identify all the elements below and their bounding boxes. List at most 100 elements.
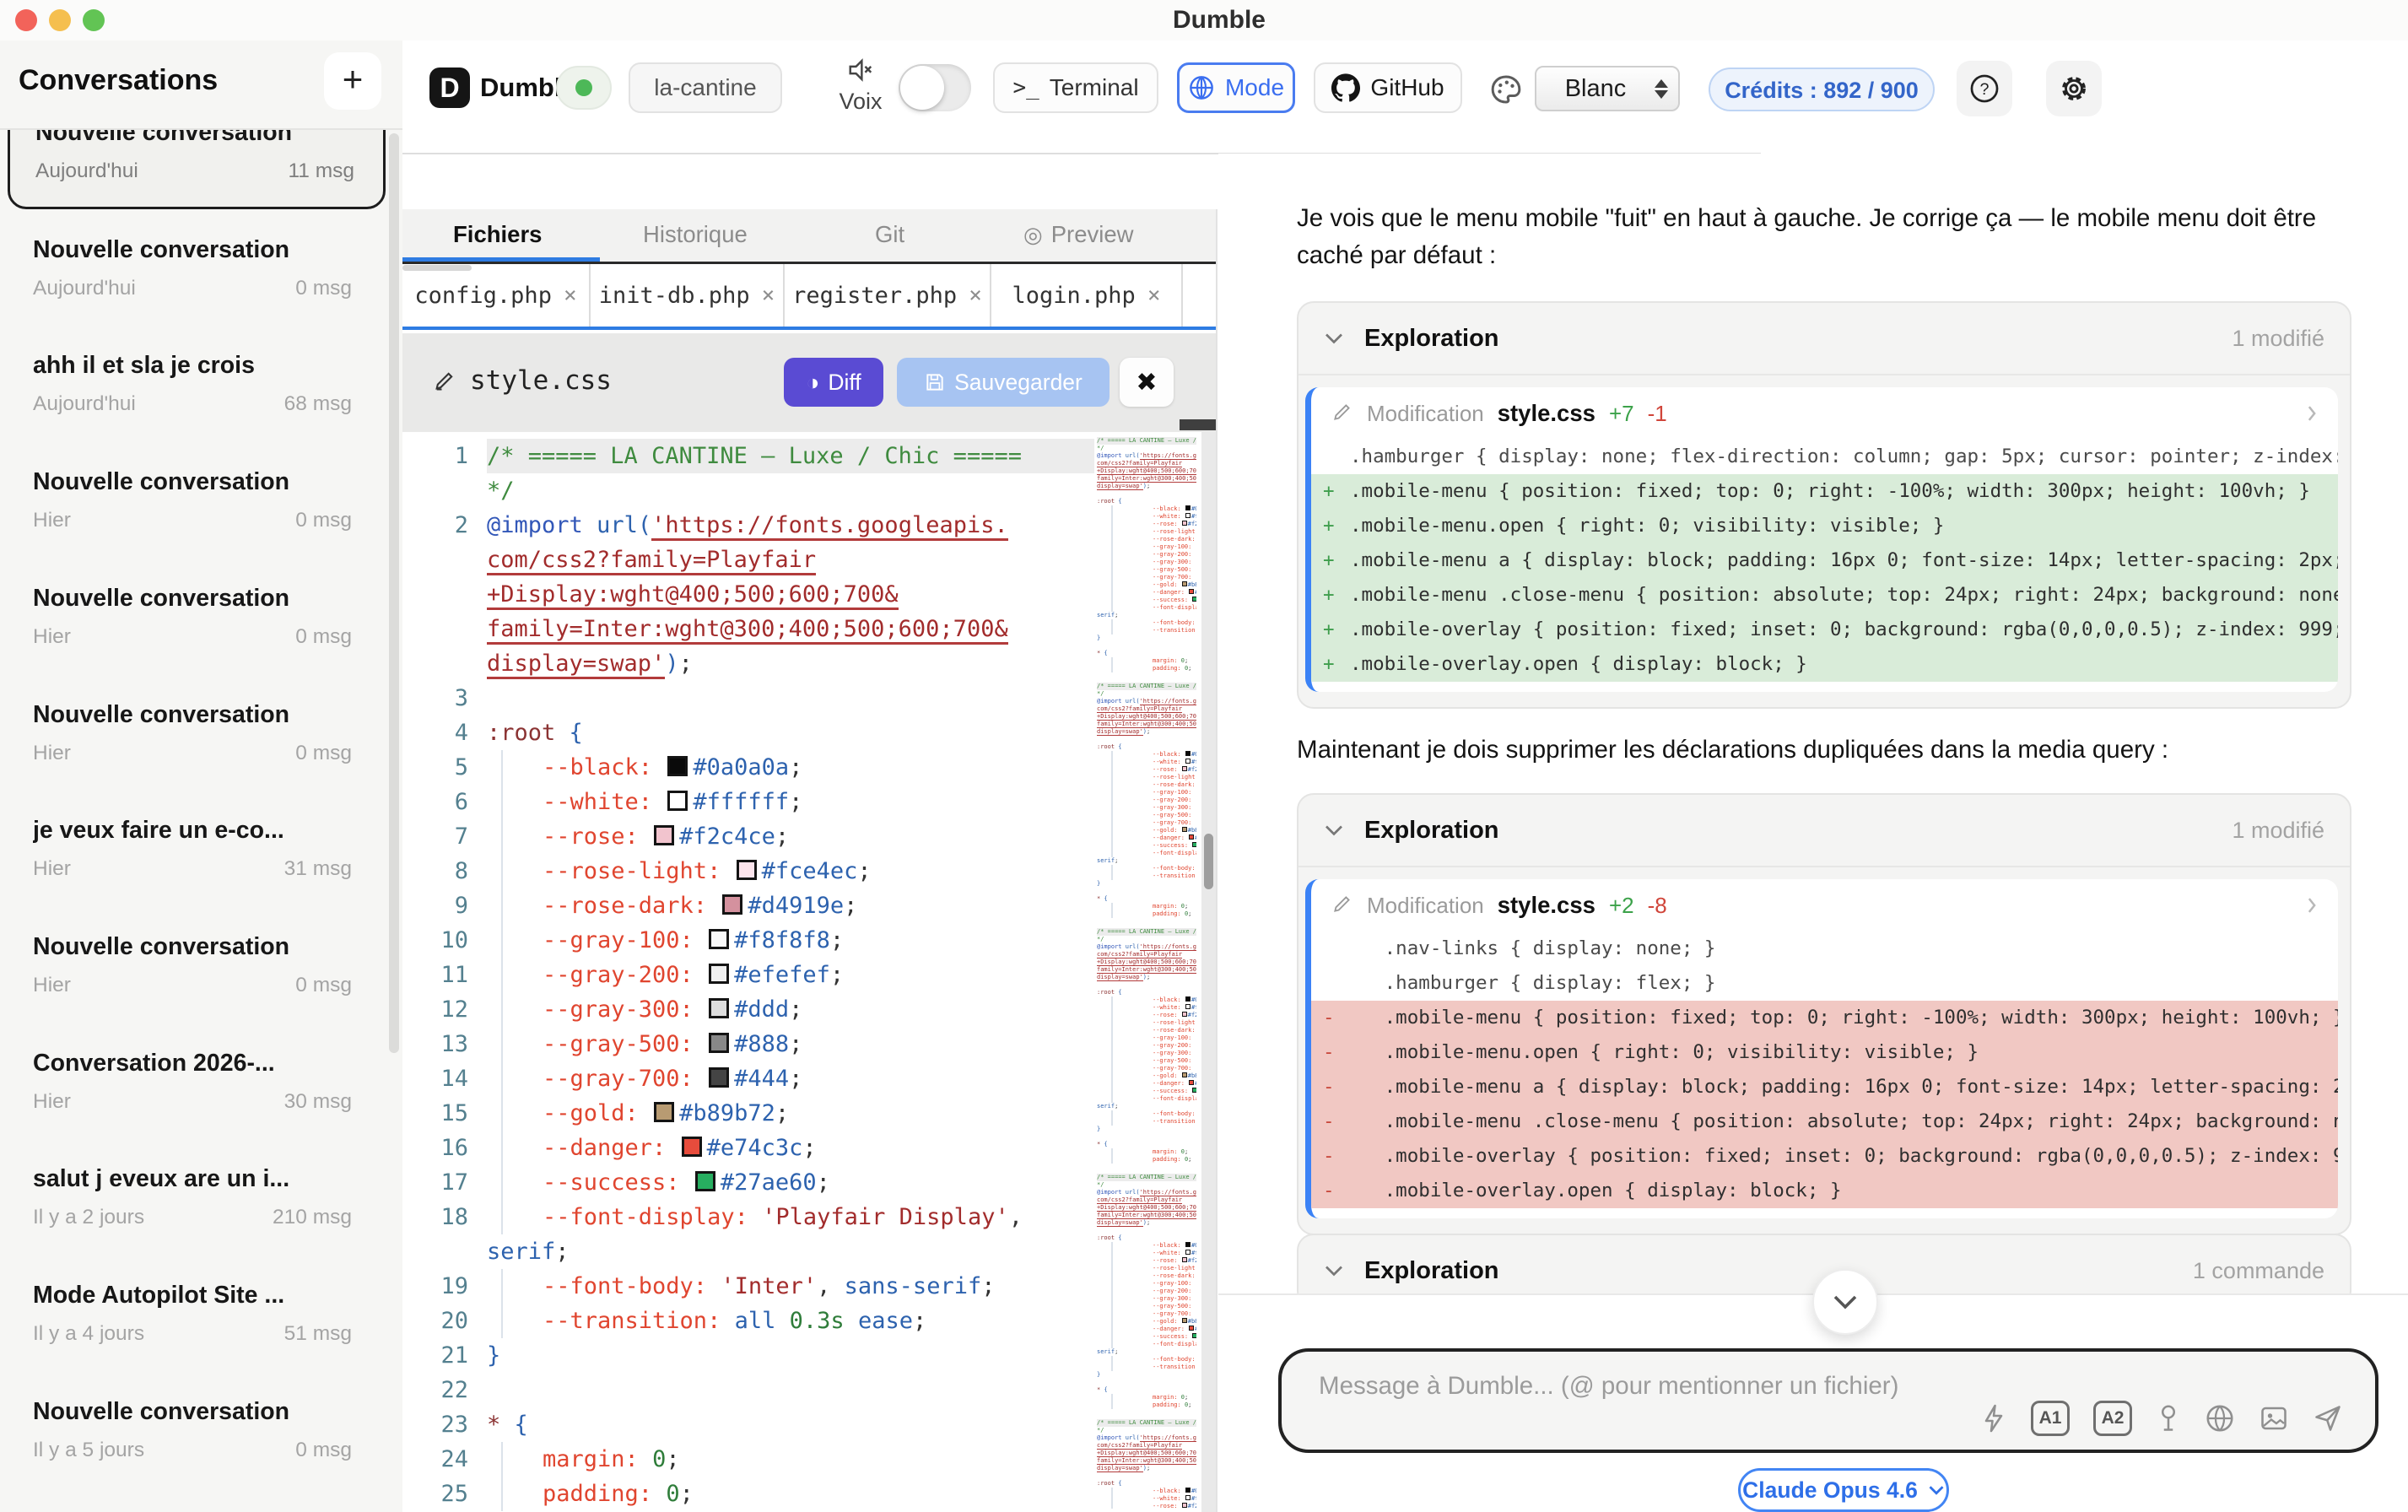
lightning-icon[interactable] (1980, 1403, 2007, 1434)
dumble-app-window: Dumble Conversations + Nouvelle conversa… (0, 0, 2408, 1512)
close-tab-icon[interactable]: × (1147, 283, 1161, 308)
assistant-message: Maintenant je dois supprimer les déclara… (1297, 736, 2360, 764)
conversation-date: Hier (33, 1090, 71, 1114)
diff-line: +.mobile-menu { position: fixed; top: 0;… (1311, 474, 2338, 509)
file-tab-init-db.php[interactable]: init-db.php × (591, 264, 785, 327)
close-window-button[interactable] (15, 9, 37, 31)
diff-icon: ◑ (806, 370, 819, 396)
lines-removed-count: -8 (1648, 893, 1667, 919)
github-button[interactable]: GitHub (1314, 62, 1462, 113)
chevron-down-icon (1833, 1293, 1858, 1310)
image-icon[interactable] (2259, 1403, 2289, 1434)
conversation-item[interactable]: Conversation 2026-...Hier30 msg (8, 1029, 381, 1137)
svg-text:?: ? (1979, 80, 1989, 99)
diff-button[interactable]: ◑ Diff (784, 358, 883, 407)
file-tab-label: init-db.php (599, 283, 750, 309)
conversation-item[interactable]: Nouvelle conversationHier0 msg (8, 564, 381, 672)
zoom-window-button[interactable] (83, 9, 105, 31)
conversation-item[interactable]: Mode Autopilot Site ...Il y a 4 jours51 … (8, 1261, 381, 1369)
conversation-title: ahh il et sla je crois (33, 352, 255, 380)
close-tab-icon[interactable]: × (969, 283, 982, 308)
composer-zone: Message à Dumble... (@ pour mentionner u… (1218, 1293, 2408, 1512)
conversations-sidebar: Conversations + Nouvelle conversationAuj… (0, 40, 402, 1512)
conversation-item[interactable]: salut j eveux are un i...Il y a 2 jours2… (8, 1145, 381, 1253)
conversation-title: Nouvelle conversation (35, 130, 292, 147)
code-area: 1/* ===== LA CANTINE — Luxe / Chic =====… (414, 439, 1094, 1511)
minimap-viewport-indicator[interactable] (1180, 419, 1216, 430)
mode-button[interactable]: Mode (1177, 62, 1295, 113)
file-tab-config.php[interactable]: config.php × (402, 264, 591, 327)
new-conversation-button[interactable]: + (324, 52, 381, 110)
editor-scrollbar[interactable] (1201, 432, 1216, 1512)
tab-preview[interactable]: ◎ Preview (1023, 221, 1134, 248)
diff-line: .hamburger { display: none; flex-directi… (1311, 440, 2338, 474)
floppy-icon (924, 371, 946, 393)
sidebar-scrollbar[interactable] (389, 133, 399, 1053)
conversation-item[interactable]: Nouvelle conversationHier0 msg (8, 681, 381, 789)
conversation-date: Hier (33, 509, 71, 532)
settings-button[interactable] (2046, 61, 2102, 116)
project-selector-button[interactable]: la-cantine (629, 62, 782, 113)
conversation-item[interactable]: Nouvelle conversationHier0 msg (8, 913, 381, 1021)
input-placeholder: Message à Dumble... (@ pour mentionner u… (1319, 1372, 1898, 1401)
terminal-label: Terminal (1050, 74, 1139, 101)
file-tab-register.php[interactable]: register.php× (785, 264, 991, 327)
github-label: GitHub (1370, 74, 1444, 101)
minimap[interactable]: 1/* ===== LA CANTINE — Luxe / Chic =====… (1097, 437, 1196, 1509)
tab-fichiers[interactable]: Fichiers (453, 221, 542, 248)
voice-toggle[interactable] (899, 64, 971, 111)
select-arrows-icon (1655, 79, 1668, 99)
close-tab-icon[interactable]: × (762, 283, 775, 308)
exploration-card-header[interactable]: Exploration1 modifié (1298, 303, 2350, 374)
close-tab-icon[interactable]: × (564, 283, 577, 308)
file-tab-label: config.php (414, 283, 552, 309)
tab-git[interactable]: Git (875, 221, 904, 248)
conversation-item[interactable]: je veux faire un e-co...Hier31 msg (8, 796, 381, 904)
conversation-date: Aujourd'hui (35, 159, 138, 183)
assistant-message: Je vois que le menu mobile "fuit" en hau… (1297, 200, 2318, 274)
agent-a1-button[interactable]: A1 (2031, 1401, 2070, 1436)
preview-icon: ◎ (1023, 222, 1043, 248)
project-name: la-cantine (654, 74, 756, 101)
model-selector[interactable]: Claude Opus 4.6 (1738, 1468, 1949, 1512)
minimize-window-button[interactable] (49, 9, 71, 31)
conversation-item[interactable]: ahh il et sla je croisAujourd'hui68 msg (8, 332, 381, 440)
diff-line: - .mobile-menu.open { right: 0; visibili… (1311, 1035, 2338, 1070)
diff-line: +.mobile-menu .close-menu { position: ab… (1311, 578, 2338, 613)
conversation-item[interactable]: Nouvelle conversationAujourd'hui11 msg (8, 130, 386, 209)
save-button[interactable]: Sauvegarder (897, 358, 1110, 407)
help-button[interactable]: ? (1957, 61, 2012, 116)
file-tab-login.php[interactable]: login.php× (991, 264, 1183, 327)
conversation-title: Nouvelle conversation (33, 468, 289, 496)
conversation-msg-count: 0 msg (295, 742, 352, 765)
theme-select[interactable]: Blanc (1535, 66, 1680, 111)
send-icon[interactable] (2313, 1403, 2343, 1434)
pin-icon[interactable] (2156, 1403, 2181, 1434)
message-input[interactable]: Message à Dumble... (@ pour mentionner u… (1278, 1348, 2378, 1453)
palette-icon[interactable] (1489, 73, 1523, 106)
agent-a2-button[interactable]: A2 (2093, 1401, 2132, 1436)
tab-historique[interactable]: Historique (643, 221, 748, 248)
window-title: Dumble (1122, 6, 1316, 35)
exploration-card: Exploration1 modifié Modificationstyle.cs… (1297, 793, 2351, 1235)
exploration-card-header[interactable]: Exploration1 modifié (1298, 795, 2350, 866)
exploration-badge: 1 commande (2193, 1258, 2324, 1284)
exploration-title: Exploration (1364, 817, 1499, 845)
toggle-knob (900, 66, 944, 110)
terminal-button[interactable]: >_ Terminal (993, 62, 1158, 113)
conversation-item[interactable]: Nouvelle conversationHier0 msg (8, 448, 381, 556)
scroll-to-bottom-button[interactable] (1812, 1269, 1878, 1335)
conversation-msg-count: 31 msg (284, 857, 352, 881)
diff-line: .hamburger { display: flex; } (1311, 966, 2338, 1001)
conversation-date: Hier (33, 625, 71, 649)
editor-body[interactable]: 1/* ===== LA CANTINE — Luxe / Chic =====… (402, 432, 1216, 1512)
globe-icon[interactable] (2205, 1403, 2235, 1434)
close-file-button[interactable]: ✖ (1120, 358, 1174, 407)
file-tabs-scrollbar[interactable] (402, 265, 472, 271)
diff-header[interactable]: Modificationstyle.css+7-1 (1311, 387, 2338, 440)
diff-header[interactable]: Modificationstyle.css+2-8 (1311, 879, 2338, 932)
conversation-item[interactable]: Nouvelle conversationIl y a 5 jours0 msg (8, 1378, 381, 1486)
active-tab-underline (402, 257, 600, 262)
editor-scrollbar-thumb[interactable] (1204, 834, 1213, 889)
conversation-item[interactable]: Nouvelle conversationAujourd'hui0 msg (8, 216, 381, 324)
